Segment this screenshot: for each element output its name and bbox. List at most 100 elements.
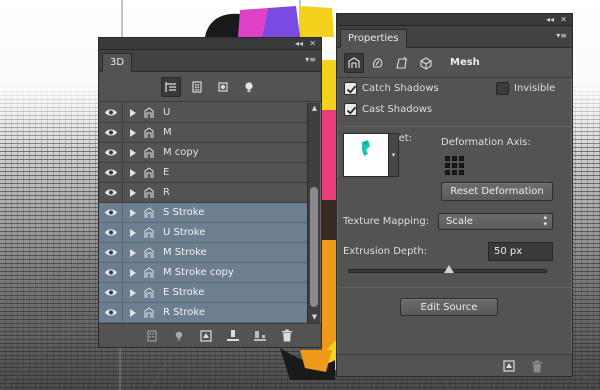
scroll-up-icon[interactable]: ▲ xyxy=(310,104,319,113)
extrusion-depth-label: Extrusion Depth: xyxy=(343,246,428,257)
3d-filter-toolbar xyxy=(99,72,321,102)
layer-name: M Stroke copy xyxy=(163,267,234,278)
whole-scene-icon[interactable] xyxy=(161,76,181,97)
layer-row[interactable]: U xyxy=(99,103,307,123)
catch-shadows-checkbox[interactable] xyxy=(344,82,357,95)
expand-arrow-icon[interactable] xyxy=(127,268,139,277)
material-icon[interactable] xyxy=(197,327,215,345)
mesh-layer-icon xyxy=(141,245,157,261)
layer-row[interactable]: M xyxy=(99,122,307,143)
visibility-eye-icon[interactable] xyxy=(99,302,123,323)
properties-footer xyxy=(337,354,572,376)
visibility-eye-icon[interactable] xyxy=(99,202,123,223)
layer-row[interactable]: S Stroke xyxy=(99,202,307,223)
layer-name: R Stroke xyxy=(163,307,205,318)
meshes-icon[interactable] xyxy=(187,77,207,97)
invisible-checkbox[interactable] xyxy=(496,82,509,95)
layer-row[interactable]: R Stroke xyxy=(99,302,307,323)
visibility-eye-icon[interactable] xyxy=(99,222,123,243)
tab-properties[interactable]: Properties xyxy=(340,29,407,48)
layer-row[interactable]: E xyxy=(99,162,307,183)
visibility-eye-icon[interactable] xyxy=(99,162,123,183)
visibility-eye-icon[interactable] xyxy=(99,242,123,263)
axis-point[interactable] xyxy=(459,156,464,161)
scroll-down-icon[interactable]: ▼ xyxy=(310,313,319,322)
drop-to-ground-icon[interactable] xyxy=(224,327,242,345)
tab-3d[interactable]: 3D xyxy=(102,53,133,72)
layer-row[interactable]: E Stroke xyxy=(99,282,307,303)
axis-point[interactable] xyxy=(452,170,457,175)
deformation-axis-grid[interactable] xyxy=(445,156,464,175)
light-add-icon[interactable] xyxy=(170,327,188,345)
layer-row[interactable]: M Stroke copy xyxy=(99,262,307,283)
edit-source-button[interactable]: Edit Source xyxy=(400,298,498,316)
extrusion-slider-thumb[interactable] xyxy=(444,265,455,273)
properties-panel: ◂◂ ✕ Properties ▾≡ Mesh Catch Shadows In… xyxy=(336,13,573,377)
expand-arrow-icon[interactable] xyxy=(127,148,139,157)
reset-deformation-button[interactable]: Reset Deformation xyxy=(441,182,553,201)
cap-mode-icon[interactable] xyxy=(392,53,412,73)
mesh-layer-icon xyxy=(141,285,157,301)
expand-arrow-icon[interactable] xyxy=(127,228,139,237)
visibility-eye-icon[interactable] xyxy=(99,142,123,163)
expand-arrow-icon[interactable] xyxy=(127,248,139,257)
expand-arrow-icon[interactable] xyxy=(127,288,139,297)
deform-mode-icon[interactable] xyxy=(368,53,388,73)
shape-preset-dropdown[interactable]: ▾ xyxy=(389,133,399,177)
lights-icon[interactable] xyxy=(239,77,259,97)
axis-point[interactable] xyxy=(459,170,464,175)
axis-point[interactable] xyxy=(445,156,450,161)
extrusion-depth-input[interactable]: 50 px xyxy=(488,242,553,261)
close-icon[interactable]: ✕ xyxy=(309,38,316,50)
mesh-layer-icon xyxy=(141,225,157,241)
layer-row[interactable]: M copy xyxy=(99,142,307,163)
3d-layer-list[interactable]: UM M copy E R S Stroke U Stroke M Stroke M Stro… xyxy=(99,103,307,323)
layer-row[interactable]: M Stroke xyxy=(99,242,307,263)
catch-shadows-label: Catch Shadows xyxy=(362,83,439,94)
visibility-eye-icon[interactable] xyxy=(99,103,123,123)
panel-menu-icon[interactable]: ▾≡ xyxy=(556,31,567,41)
visibility-eye-icon[interactable] xyxy=(99,182,123,203)
expand-arrow-icon[interactable] xyxy=(127,108,139,117)
layer-row[interactable]: R xyxy=(99,182,307,203)
expand-arrow-icon[interactable] xyxy=(127,208,139,217)
visibility-eye-icon[interactable] xyxy=(99,122,123,143)
axis-point[interactable] xyxy=(459,163,464,168)
mesh-layer-icon xyxy=(141,185,157,201)
expand-arrow-icon[interactable] xyxy=(127,128,139,137)
materials-icon[interactable] xyxy=(213,77,233,97)
layer-name: M copy xyxy=(163,147,199,158)
expand-arrow-icon[interactable] xyxy=(127,168,139,177)
layer-name: M Stroke xyxy=(163,247,207,258)
texture-mapping-select[interactable]: Scale ▴ ▾ xyxy=(438,213,553,230)
properties-titlebar[interactable]: ◂◂ ✕ xyxy=(337,14,572,26)
panel-menu-icon[interactable]: ▾≡ xyxy=(305,55,316,65)
trash-icon[interactable] xyxy=(528,357,546,375)
axis-point[interactable] xyxy=(445,170,450,175)
layer-row[interactable]: U Stroke xyxy=(99,222,307,243)
mesh-mode-icon[interactable] xyxy=(344,52,364,73)
coordinates-mode-icon[interactable] xyxy=(416,53,436,73)
section-divider xyxy=(337,287,572,288)
axis-point[interactable] xyxy=(452,156,457,161)
collapse-icon[interactable]: ◂◂ xyxy=(295,38,303,50)
expand-arrow-icon[interactable] xyxy=(127,308,139,317)
3d-panel: ◂◂ ✕ 3D ▾≡ UM M copy E R S Stroke U Stroke M S… xyxy=(98,37,322,348)
collapse-icon[interactable]: ◂◂ xyxy=(546,14,554,26)
visibility-eye-icon[interactable] xyxy=(99,282,123,303)
close-icon[interactable]: ✕ xyxy=(560,14,567,26)
expand-arrow-icon[interactable] xyxy=(127,188,139,197)
shape-preset-swatch[interactable] xyxy=(343,133,389,177)
render-icon[interactable] xyxy=(500,357,518,375)
layer-list-scrollbar[interactable]: ▲ ▼ xyxy=(307,103,320,323)
render-icon[interactable] xyxy=(143,327,161,345)
deformation-axis-label: Deformation Axis: xyxy=(441,137,531,148)
split-icon[interactable] xyxy=(251,327,269,345)
axis-point[interactable] xyxy=(445,163,450,168)
axis-point[interactable] xyxy=(452,163,457,168)
scroll-thumb[interactable] xyxy=(310,187,318,307)
3d-panel-titlebar[interactable]: ◂◂ ✕ xyxy=(99,38,321,50)
cast-shadows-checkbox[interactable] xyxy=(344,103,357,116)
visibility-eye-icon[interactable] xyxy=(99,262,123,283)
trash-icon[interactable] xyxy=(278,327,296,345)
